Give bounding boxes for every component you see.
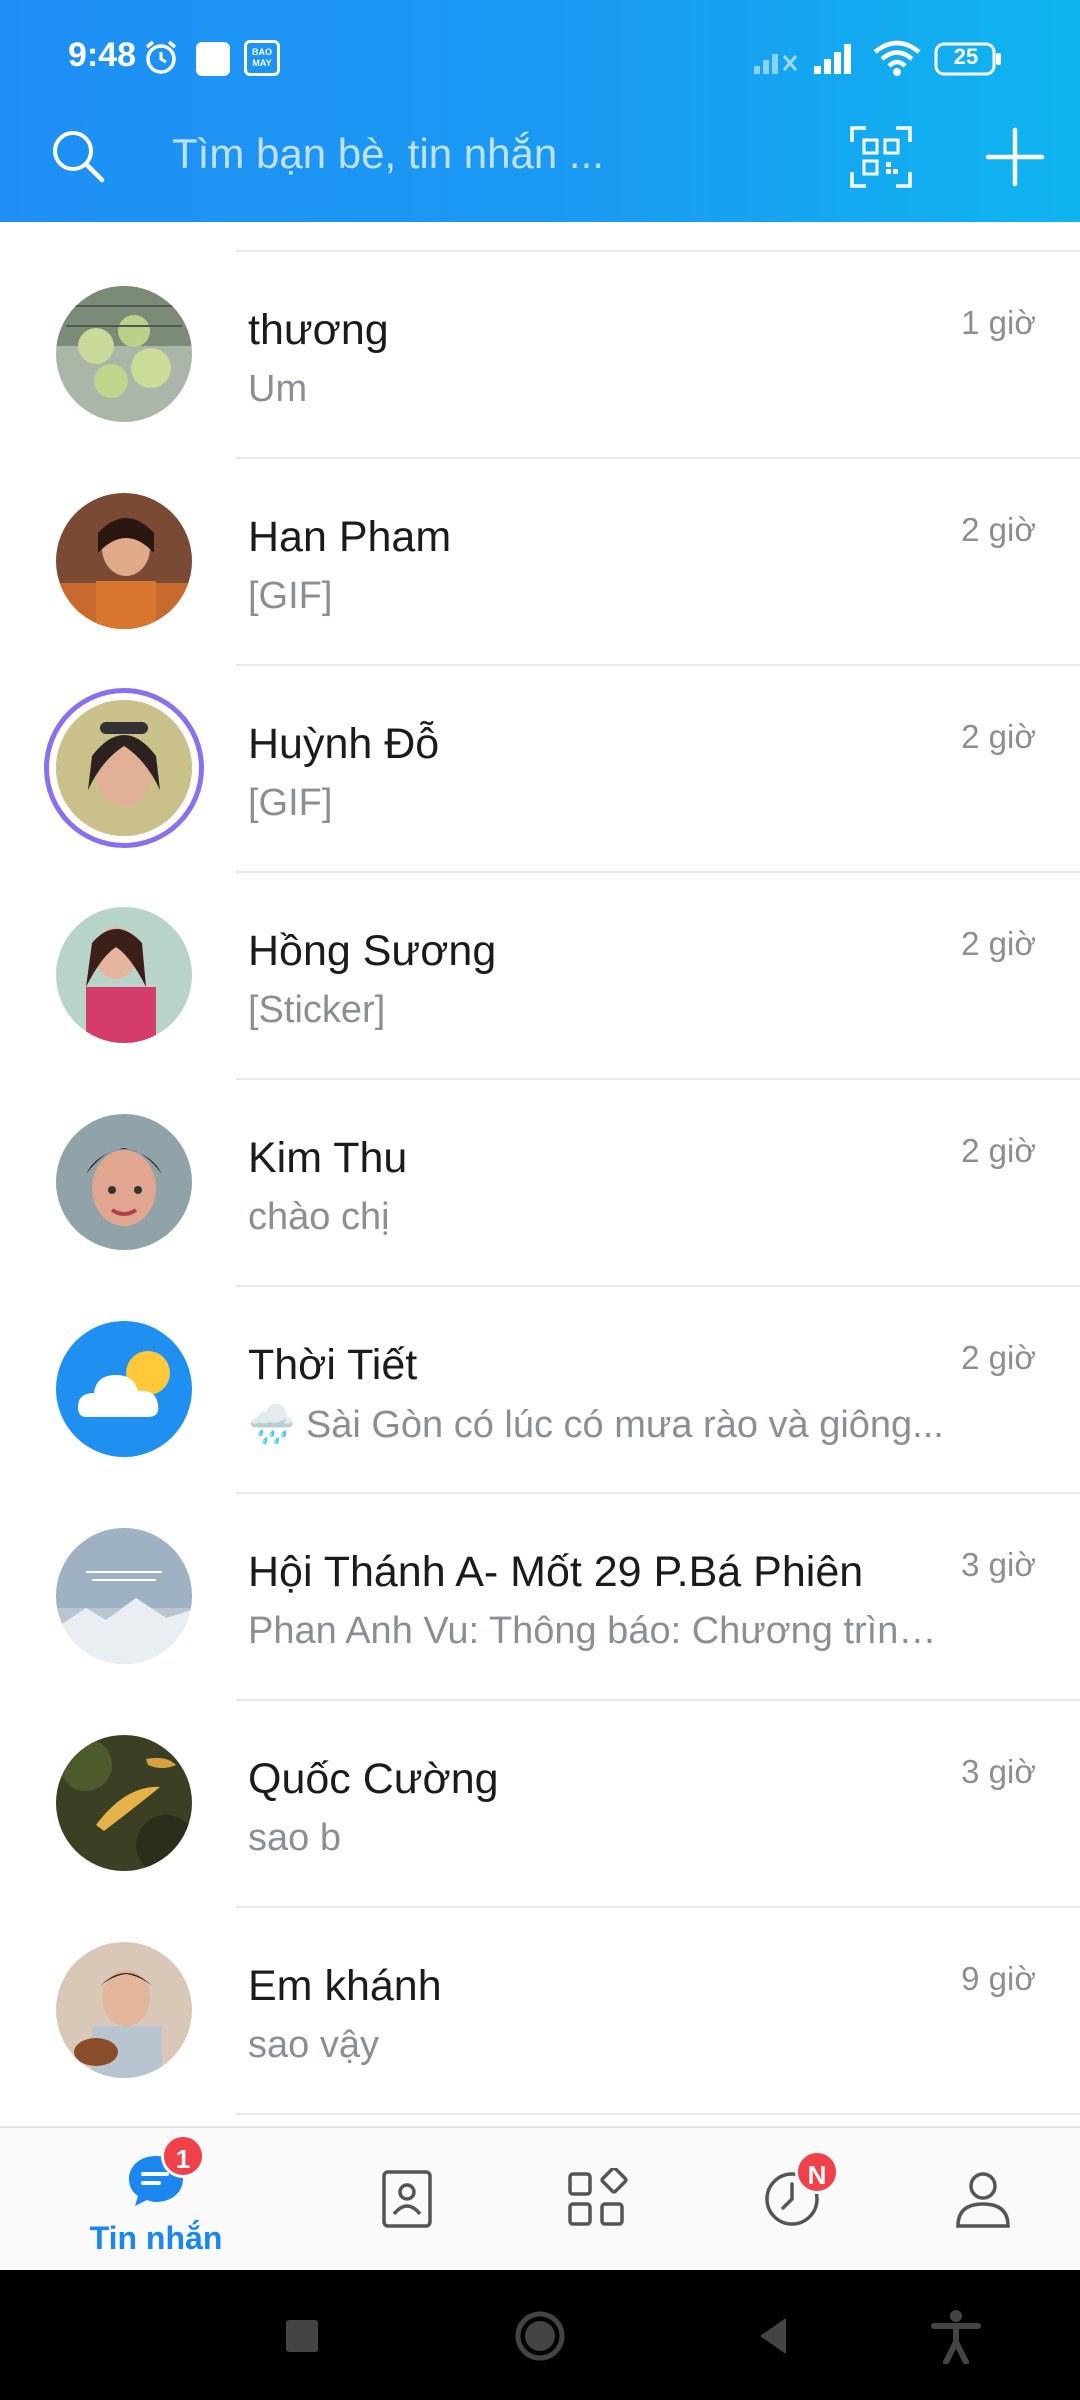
timeline-badge: N [795,2150,839,2194]
contact-name: Quốc Cường [248,1755,499,1803]
message-preview: 🌧️ Sài Gòn có lúc có mưa rào và giông... [248,1404,944,1446]
avatar[interactable] [56,907,192,1043]
conversation-list[interactable]: thương Um 1 giờ Han Pham [GIF] 2 giờ Huỳ… [0,222,1080,2126]
tab-discover[interactable] [502,2128,692,2272]
recents-button[interactable] [274,2308,330,2364]
qr-code-icon[interactable] [850,126,912,188]
contact-name: Em khánh [248,1962,442,2010]
avatar[interactable] [56,700,192,836]
conversation-row[interactable]: Hội Thánh A- Mốt 29 P.Bá Phiên Phan Anh … [0,1494,1080,1701]
message-time: 3 giờ [961,1546,1036,1583]
status-time: 9:48 [68,36,137,74]
bottom-tab-bar: 1 Tin nhắn N [0,2126,1080,2270]
contact-name: Hồng Sương [248,927,497,975]
message-time: 1 giờ [961,304,1036,341]
message-preview: [GIF] [248,782,333,824]
home-button[interactable] [512,2308,568,2364]
message-preview: [Sticker] [248,989,386,1031]
message-preview: chào chị [248,1196,390,1238]
message-time: 3 giờ [961,1753,1036,1790]
top-app-bar: 9:48 BAO MAY 25 Tìm bạn bè, tin nhắn ... [0,0,1080,222]
signal-x-icon [754,54,798,74]
contact-name: Huỳnh Đỗ [248,720,440,768]
conversation-row[interactable]: Kim Thu chào chị 2 giờ [0,1080,1080,1287]
message-time: 2 giờ [961,718,1036,755]
tab-messages[interactable]: 1 Tin nhắn [61,2128,251,2272]
conversation-row[interactable]: Quốc Cường sao b 3 giờ [0,1701,1080,1908]
message-time: 2 giờ [961,1339,1036,1376]
message-time: 2 giờ [961,925,1036,962]
message-preview: sao b [248,1817,341,1859]
contact-name: thương [248,306,389,354]
contact-name: Han Pham [248,513,452,561]
status-bar: 9:48 BAO MAY 25 [0,0,1080,90]
battery-level: 25 [953,44,979,69]
weather-avatar[interactable] [56,1321,192,1457]
avatar[interactable] [56,1114,192,1250]
bao-may-icon: BAO MAY [244,40,280,76]
message-preview: sao vậy [248,2024,379,2066]
conversation-row[interactable]: thương Um 1 giờ [0,252,1080,459]
avatar[interactable] [56,286,192,422]
tab-contacts[interactable] [312,2128,502,2272]
messages-badge: 1 [161,2134,205,2178]
avatar[interactable] [56,493,192,629]
search-input[interactable]: Tìm bạn bè, tin nhắn ... [172,130,604,178]
conversation-row[interactable]: Hồng Sương [Sticker] 2 giờ [0,873,1080,1080]
tab-profile[interactable] [888,2128,1078,2272]
group-avatar[interactable] [56,1528,192,1664]
message-preview: Um [248,368,308,410]
avatar[interactable] [56,1735,192,1871]
conversation-row[interactable]: Han Pham [GIF] 2 giờ [0,459,1080,666]
signal-icon [814,44,851,74]
contact-name: Kim Thu [248,1134,408,1182]
conversation-row[interactable]: Em khánh sao vậy 9 giờ [0,1908,1080,2115]
back-button[interactable] [746,2308,802,2364]
avatar[interactable] [56,1942,192,2078]
tab-messages-label: Tin nhắn [89,2220,223,2256]
alarm-icon [145,40,177,74]
system-nav-bar [0,2270,1080,2400]
accessibility-icon[interactable] [928,2308,984,2364]
tab-timeline[interactable]: N [697,2128,887,2272]
contacts-icon [382,2170,432,2228]
contact-name: Thời Tiết [248,1341,418,1389]
message-preview: Phan Anh Vu: Thông báo: Chương trình... [248,1610,948,1652]
message-preview: [GIF] [248,575,333,617]
wifi-icon [873,40,921,76]
apps-grid-icon [568,2168,628,2226]
message-time: 9 giờ [961,1960,1036,1997]
notification-app-icon [196,42,230,76]
contact-name: Hội Thánh A- Mốt 29 P.Bá Phiên [248,1548,864,1596]
message-time: 2 giờ [961,1132,1036,1169]
search-header: Tìm bạn bè, tin nhắn ... [0,90,1080,222]
message-time: 2 giờ [961,511,1036,548]
conversation-row[interactable]: Thời Tiết 🌧️ Sài Gòn có lúc có mưa rào v… [0,1287,1080,1494]
profile-icon [956,2172,1010,2228]
add-icon[interactable] [984,126,1046,188]
list-divider [236,2113,1080,2115]
conversation-row[interactable]: Huỳnh Đỗ [GIF] 2 giờ [0,666,1080,873]
search-icon[interactable] [48,126,108,186]
